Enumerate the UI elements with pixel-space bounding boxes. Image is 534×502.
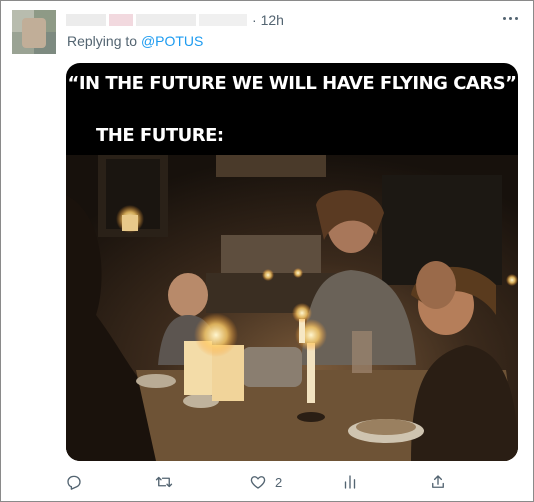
like-icon: [250, 476, 266, 489]
reply-handle-link[interactable]: @POTUS: [141, 33, 203, 49]
reply-icon: [67, 475, 81, 490]
replying-to: Replying to @POTUS: [67, 33, 203, 49]
retweet-button[interactable]: [154, 472, 174, 492]
share-icon: [432, 475, 444, 488]
meme-caption-bottom: THE FUTURE:: [96, 125, 224, 146]
candlelit-dinner-photo: [66, 155, 518, 461]
meme-caption-top: “IN THE FUTURE WE WILL HAVE FLYING CARS”: [67, 73, 517, 94]
tweet-actions: 2: [1, 472, 534, 492]
tweet-card: · 12h Replying to @POTUS “IN THE FUTURE …: [0, 0, 534, 502]
analytics-button[interactable]: [341, 472, 359, 492]
like-count: 2: [275, 474, 283, 490]
more-icon[interactable]: [501, 14, 521, 24]
tweet-media[interactable]: “IN THE FUTURE WE WILL HAVE FLYING CARS”…: [66, 63, 518, 461]
avatar[interactable]: [12, 10, 56, 54]
reply-button[interactable]: [65, 472, 83, 492]
timestamp[interactable]: · 12h: [252, 12, 284, 28]
replying-prefix: Replying to: [67, 33, 138, 49]
like-button[interactable]: 2: [249, 472, 282, 492]
analytics-icon: [344, 475, 356, 489]
share-button[interactable]: [429, 472, 447, 492]
retweet-icon: [155, 476, 173, 488]
